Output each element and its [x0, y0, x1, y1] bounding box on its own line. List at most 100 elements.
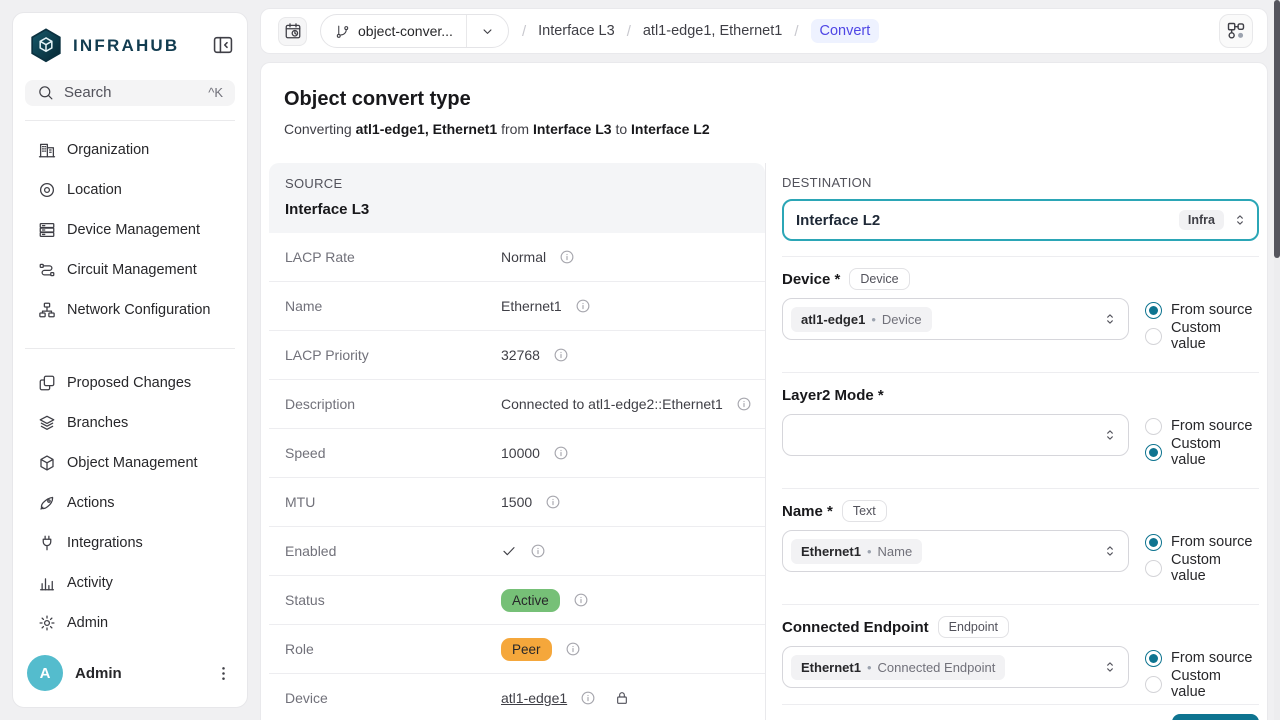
branch-selector: object-conver...: [320, 14, 509, 48]
field-select-layer2-mode[interactable]: [782, 414, 1129, 456]
device-link[interactable]: atl1-edge1: [501, 690, 567, 706]
sidebar-item-device-management[interactable]: Device Management: [19, 210, 241, 250]
sidebar-item-network-configuration[interactable]: Network Configuration: [19, 290, 241, 330]
value-mode-radios: From source Custom value: [1145, 298, 1259, 346]
custom-radio-layer2-mode[interactable]: Custom value: [1145, 442, 1259, 462]
destination-type-namespace-badge: Infra: [1179, 210, 1224, 230]
search-input[interactable]: Search ^K: [25, 80, 235, 106]
attribute-label: LACP Rate: [285, 249, 501, 265]
field-select-device[interactable]: atl1-edge1•Device: [782, 298, 1129, 340]
info-icon: [553, 347, 569, 363]
app-root: INFRAHUB Search ^K OrganizationLocationD…: [0, 0, 1280, 720]
from-source-radio-layer2-mode[interactable]: From source: [1145, 416, 1259, 436]
sidebar-item-label: Object Management: [67, 455, 198, 471]
attribute-value: 1500: [501, 494, 532, 510]
sidebar-item-integrations[interactable]: Integrations: [19, 523, 241, 563]
selected-value-pill: Ethernet1•Connected Endpoint: [791, 655, 1005, 680]
custom-radio-device[interactable]: Custom value: [1145, 326, 1259, 346]
radio-icon[interactable]: [1145, 650, 1162, 667]
dot-separator: •: [867, 544, 872, 559]
radio-icon[interactable]: [1145, 328, 1162, 345]
search-placeholder: Search: [64, 84, 112, 101]
attribute-label: Enabled: [285, 543, 501, 559]
chevrons-up-down-icon: [1232, 212, 1248, 228]
sidebar-item-activity[interactable]: Activity: [19, 563, 241, 603]
page-subtitle: Converting atl1-edge1, Ethernet1 from In…: [284, 119, 1267, 139]
attribute-value: Connected to atl1-edge2::Ethernet1: [501, 396, 723, 412]
subtitle-part: Interface L2: [631, 121, 710, 137]
attribute-label: LACP Priority: [285, 347, 501, 363]
destination-field-layer2-mode: Layer2 Mode *From sourceCustom value: [782, 373, 1259, 489]
breadcrumb-item-atl1-edge1-ethernet1[interactable]: atl1-edge1, Ethernet1: [643, 23, 782, 39]
user-menu[interactable]: A Admin: [13, 643, 247, 707]
sidebar-item-actions[interactable]: Actions: [19, 483, 241, 523]
source-panel-header: SOURCE Interface L3: [269, 163, 765, 233]
custom-radio-name[interactable]: Custom value: [1145, 558, 1259, 578]
plug-icon: [38, 534, 56, 552]
field-select-connected-endpoint[interactable]: Ethernet1•Connected Endpoint: [782, 646, 1129, 688]
value-mode-radios: From source Custom value: [1145, 414, 1259, 462]
radio-icon[interactable]: [1145, 560, 1162, 577]
sidebar-item-label: Organization: [67, 142, 149, 158]
subtitle-part: Interface L3: [533, 121, 612, 137]
panel-collapse-icon: [212, 34, 234, 56]
info-icon: [559, 249, 575, 265]
custom-radio-connected-endpoint[interactable]: Custom value: [1145, 674, 1259, 694]
breadcrumb-item-convert[interactable]: Convert: [811, 19, 880, 43]
info-icon: [575, 298, 591, 314]
source-type-name: Interface L3: [285, 201, 749, 218]
dot-separator: •: [871, 312, 876, 327]
radio-icon[interactable]: [1145, 444, 1162, 461]
source-row-name: NameEthernet1: [269, 282, 765, 331]
sidebar-item-label: Circuit Management: [67, 262, 197, 278]
stepper-icon: [1102, 659, 1118, 675]
destination-field-connected-endpoint: Connected EndpointEndpointEthernet1•Conn…: [782, 605, 1259, 705]
radio-icon[interactable]: [1145, 676, 1162, 693]
kebab-menu-icon[interactable]: [214, 664, 233, 683]
destination-type-select[interactable]: Interface L2 Infra: [782, 199, 1259, 241]
status-badge: Active: [501, 589, 560, 612]
layers-icon: [38, 414, 56, 432]
page-title: Object convert type: [284, 87, 1267, 111]
breadcrumb-item-interface-l3[interactable]: Interface L3: [538, 23, 615, 39]
source-panel: SOURCE Interface L3 LACP RateNormalNameE…: [269, 163, 766, 720]
radio-icon[interactable]: [1145, 302, 1162, 319]
scrollbar-thumb[interactable]: [1274, 0, 1280, 258]
divider: [25, 120, 235, 121]
network-icon: [38, 301, 56, 319]
convert-button[interactable]: Convert: [1172, 714, 1259, 720]
subtitle-part: to: [612, 121, 631, 137]
source-row-lacp-rate: LACP RateNormal: [269, 233, 765, 282]
sidebar-item-organization[interactable]: Organization: [19, 130, 241, 170]
info-icon: [573, 592, 589, 608]
attribute-value: 32768: [501, 347, 540, 363]
source-row-enabled: Enabled: [269, 527, 765, 576]
sidebar-item-circuit-management[interactable]: Circuit Management: [19, 250, 241, 290]
radio-icon[interactable]: [1145, 418, 1162, 435]
workflow-button[interactable]: [1219, 14, 1253, 48]
schedule-button[interactable]: [278, 17, 307, 46]
destination-footer: Convert: [782, 705, 1259, 720]
scrollbar[interactable]: [1274, 0, 1280, 720]
radio-icon[interactable]: [1145, 534, 1162, 551]
field-select-name[interactable]: Ethernet1•Name: [782, 530, 1129, 572]
branch-selector-caret[interactable]: [466, 15, 508, 47]
sidebar-collapse-button[interactable]: [211, 34, 235, 58]
rocket-icon: [38, 494, 56, 512]
sidebar-item-label: Branches: [67, 415, 128, 431]
route-icon: [38, 261, 56, 279]
from-source-radio-connected-endpoint[interactable]: From source: [1145, 648, 1259, 668]
sidebar-item-admin[interactable]: Admin: [19, 603, 241, 643]
info-icon: [565, 641, 581, 657]
sidebar-item-object-management[interactable]: Object Management: [19, 443, 241, 483]
from-source-radio-device[interactable]: From source: [1145, 300, 1259, 320]
info-icon: [545, 494, 561, 510]
sidebar-item-location[interactable]: Location: [19, 170, 241, 210]
branch-selector-value[interactable]: object-conver...: [321, 15, 466, 47]
from-source-radio-name[interactable]: From source: [1145, 532, 1259, 552]
destination-panel: DESTINATION Interface L2 Infra Device *D…: [782, 163, 1259, 720]
sidebar-item-proposed-changes[interactable]: Proposed Changes: [19, 363, 241, 403]
breadcrumb-separator: /: [627, 23, 631, 40]
sidebar-item-branches[interactable]: Branches: [19, 403, 241, 443]
lock-icon: [614, 690, 630, 706]
